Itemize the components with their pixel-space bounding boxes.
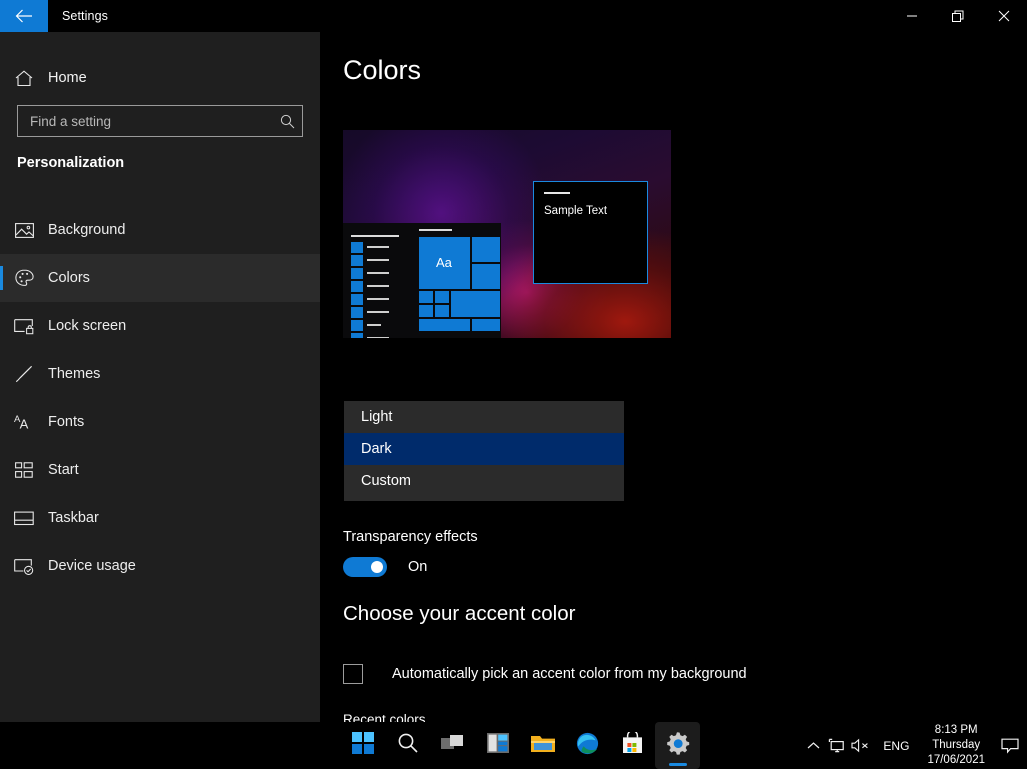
window-controls <box>889 0 1027 32</box>
minimize-button[interactable] <box>889 0 935 32</box>
start-button[interactable] <box>340 722 385 769</box>
task-view-icon <box>440 733 465 758</box>
taskbar-buttons <box>340 722 700 769</box>
toggle-knob <box>371 561 383 573</box>
search-button[interactable] <box>385 722 430 769</box>
auto-accent-checkbox[interactable] <box>343 664 363 684</box>
widgets-button[interactable] <box>475 722 520 769</box>
sidebar-nav-list: Background Colors Lock screen Themes A A… <box>0 206 320 590</box>
svg-text:A: A <box>19 416 28 431</box>
recent-colors-label: Recent colors <box>343 712 426 722</box>
image-icon <box>0 222 48 239</box>
sidebar: Home Personalization <box>0 32 320 722</box>
dropdown-option-dark[interactable]: Dark <box>344 433 624 465</box>
taskbar-icon <box>0 511 48 526</box>
store-button[interactable] <box>610 722 655 769</box>
back-arrow-icon <box>15 9 33 23</box>
task-view-button[interactable] <box>430 722 475 769</box>
transparency-effects-state: On <box>408 559 428 575</box>
notification-icon[interactable] <box>993 722 1027 769</box>
widgets-icon <box>486 733 509 758</box>
sidebar-item-device-usage[interactable]: Device usage <box>0 542 320 590</box>
sample-text: Sample Text <box>544 205 608 217</box>
sidebar-item-lock-screen[interactable]: Lock screen <box>0 302 320 350</box>
dropdown-option-custom[interactable]: Custom <box>344 465 624 497</box>
lock-screen-icon <box>0 318 48 335</box>
auto-accent-checkbox-row[interactable]: Automatically pick an accent color from … <box>343 664 747 684</box>
clock-date: 17/06/2021 <box>927 754 985 766</box>
sidebar-item-label: Device usage <box>48 558 136 574</box>
sidebar-item-fonts[interactable]: A A Fonts <box>0 398 320 446</box>
search-input[interactable] <box>18 113 272 129</box>
gear-icon <box>665 731 690 761</box>
folder-icon <box>530 733 555 758</box>
transparency-effects-toggle[interactable] <box>343 557 387 577</box>
sidebar-item-label: Colors <box>48 270 90 286</box>
clock-day: Thursday <box>932 739 981 751</box>
device-usage-icon <box>0 558 48 575</box>
restore-button[interactable] <box>935 0 981 32</box>
auto-accent-label: Automatically pick an accent color from … <box>392 666 747 682</box>
chevron-up-icon[interactable] <box>801 722 825 769</box>
search-icon <box>272 114 302 129</box>
sidebar-item-label: Background <box>48 222 126 238</box>
home-icon <box>0 69 48 87</box>
accent-color-heading: Choose your accent color <box>343 602 576 625</box>
sidebar-item-themes[interactable]: Themes <box>0 350 320 398</box>
theme-mode-dropdown[interactable]: Light Dark Custom <box>344 401 624 501</box>
transparency-effects-toggle-row: On <box>343 557 427 577</box>
close-button[interactable] <box>981 0 1027 32</box>
search-box[interactable] <box>17 105 303 137</box>
volume-muted-icon[interactable] <box>849 722 873 769</box>
edge-icon <box>576 732 599 760</box>
page-title: Colors <box>343 55 422 85</box>
sidebar-item-start[interactable]: Start <box>0 446 320 494</box>
settings-window: Settings Home Find a setting Personaliza… <box>0 0 1027 769</box>
edge-button[interactable] <box>565 722 610 769</box>
sidebar-item-label: Taskbar <box>48 510 99 526</box>
start-tiles-icon <box>0 461 48 479</box>
sample-window-preview: Sample Text <box>533 181 648 284</box>
brush-icon <box>0 365 48 383</box>
tile-text: Aa <box>436 255 452 270</box>
sidebar-item-home[interactable]: Home <box>0 58 320 98</box>
minimize-icon <box>906 10 918 22</box>
sidebar-item-colors[interactable]: Colors <box>0 254 320 302</box>
sidebar-item-label: Lock screen <box>48 318 127 334</box>
system-tray: ENG 8:13 PM Thursday 17/06/2021 <box>801 722 1027 769</box>
taskbar: ENG 8:13 PM Thursday 17/06/2021 <box>0 722 1027 769</box>
clock[interactable]: 8:13 PM Thursday 17/06/2021 <box>919 723 993 768</box>
sample-window-titlebar-line <box>544 192 570 194</box>
file-explorer-button[interactable] <box>520 722 565 769</box>
windows-logo-icon <box>351 732 374 759</box>
sidebar-item-background[interactable]: Background <box>0 206 320 254</box>
clock-time: 8:13 PM <box>934 724 978 736</box>
start-tiles-preview: Aa <box>418 229 502 338</box>
transparency-effects-label: Transparency effects <box>343 529 478 545</box>
sidebar-item-taskbar[interactable]: Taskbar <box>0 494 320 542</box>
sidebar-item-label: Home <box>48 70 87 86</box>
network-icon[interactable] <box>825 722 849 769</box>
close-icon <box>998 10 1010 22</box>
sidebar-item-label: Start <box>48 462 79 478</box>
search-icon <box>397 732 419 759</box>
sidebar-heading: Personalization <box>17 155 125 171</box>
app-title: Settings <box>62 9 108 23</box>
store-icon <box>622 730 643 759</box>
dropdown-option-light[interactable]: Light <box>344 401 624 433</box>
theme-preview: Aa Sample Text <box>343 130 671 338</box>
settings-button[interactable] <box>655 722 700 769</box>
back-button[interactable] <box>0 0 48 32</box>
title-bar: Settings <box>0 0 1027 32</box>
sidebar-item-label: Themes <box>48 366 101 382</box>
sidebar-item-label: Fonts <box>48 414 85 430</box>
palette-icon <box>0 269 48 287</box>
restore-icon <box>951 10 965 23</box>
fonts-icon: A A <box>0 413 48 431</box>
content-area: Colors Aa Sample Text Transparency effec… <box>320 32 1027 722</box>
language-indicator[interactable]: ENG <box>873 739 919 753</box>
